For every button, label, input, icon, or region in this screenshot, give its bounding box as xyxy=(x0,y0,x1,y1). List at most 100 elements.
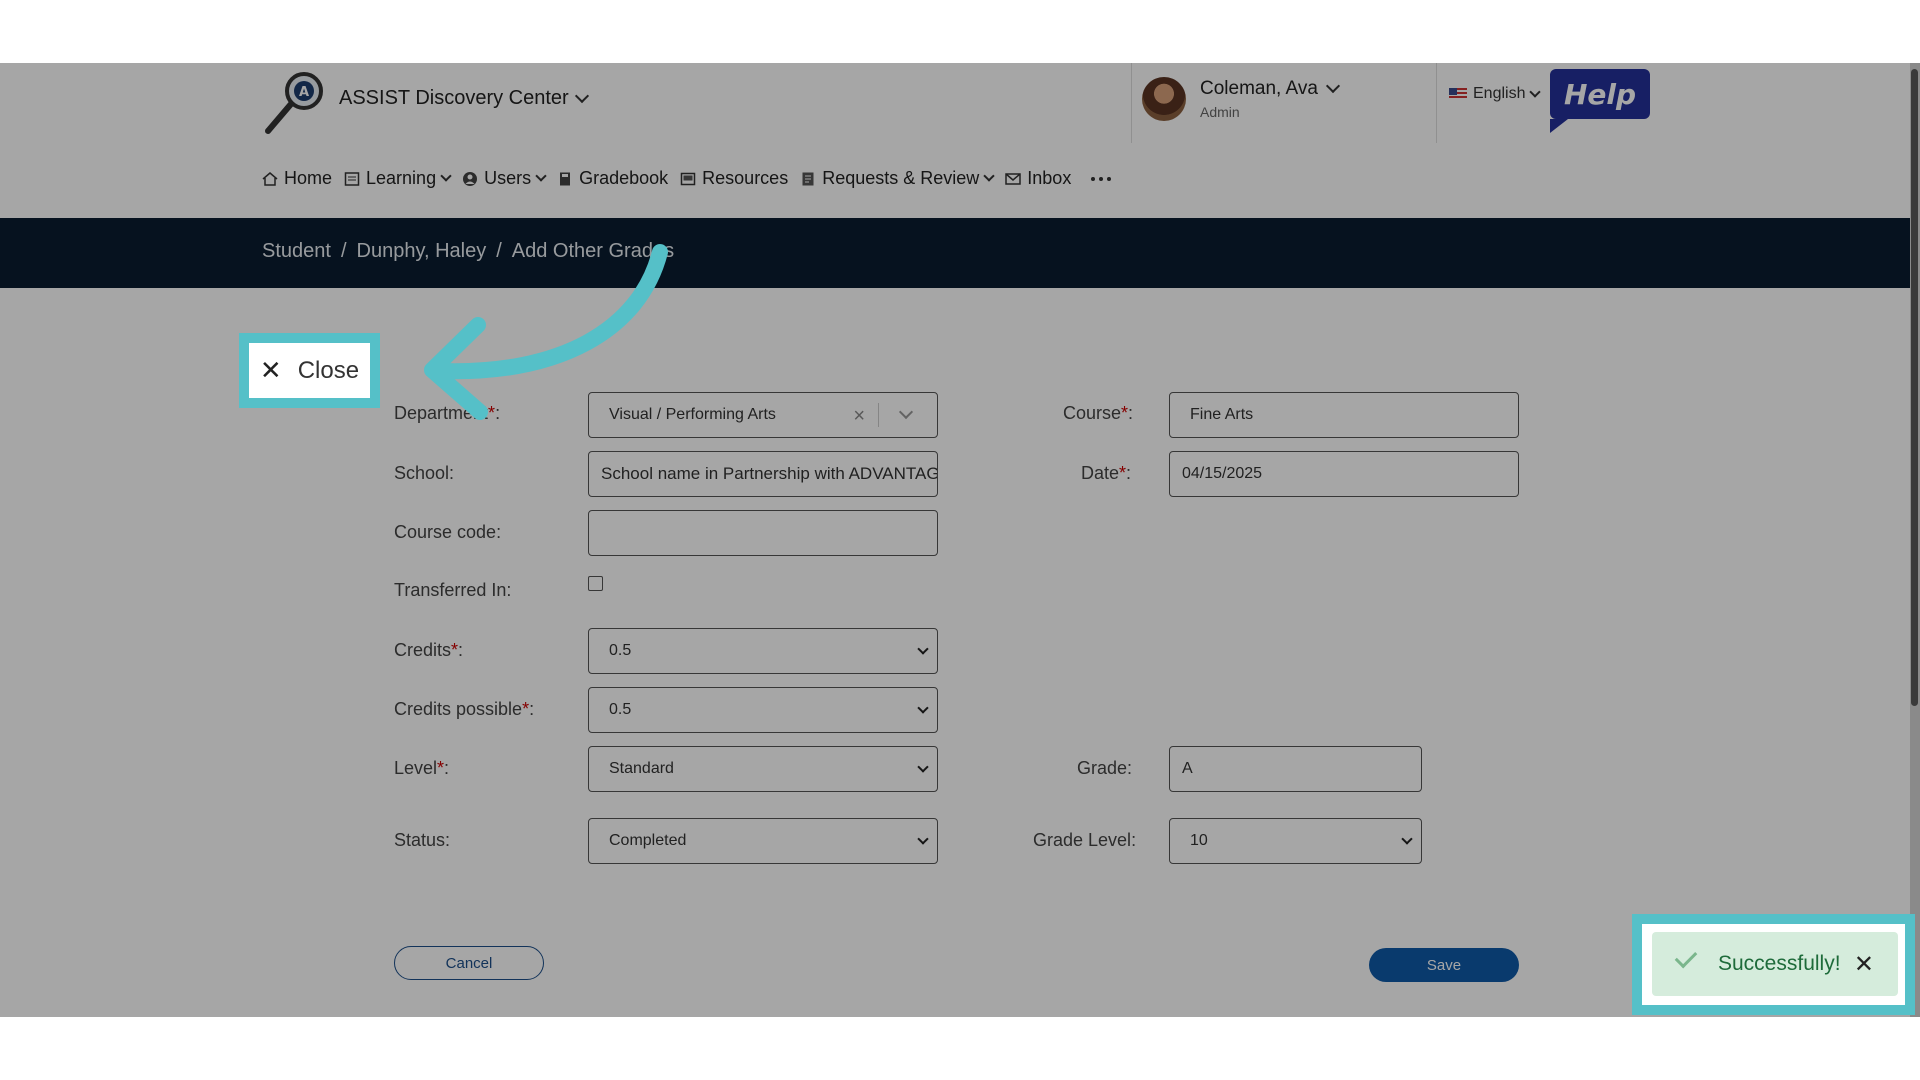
user-name: Coleman, Ava xyxy=(1200,78,1318,99)
nav-item-users[interactable]: Users xyxy=(462,168,547,189)
nav-label: Resources xyxy=(702,168,789,188)
transferred-in-checkbox[interactable] xyxy=(588,576,603,591)
department-label: Department*: xyxy=(394,403,501,423)
home-icon xyxy=(262,171,278,186)
chevron-down-icon xyxy=(1401,833,1413,845)
transferred-in-label: Transferred In: xyxy=(394,580,512,600)
credits-possible-select[interactable]: 0.5 xyxy=(588,687,938,733)
chevron-down-icon xyxy=(1529,85,1542,98)
breadcrumb-bar: Student / Dunphy, Haley / Add Other Grad… xyxy=(0,218,1920,288)
breadcrumb-separator: / xyxy=(496,240,502,262)
course-label: Course*: xyxy=(1063,403,1134,423)
close-icon: ✕ xyxy=(259,355,282,385)
status-select[interactable]: Completed xyxy=(588,818,938,864)
cancel-button[interactable]: Cancel xyxy=(394,946,544,980)
breadcrumb-separator: / xyxy=(340,240,347,262)
language-selector[interactable]: English xyxy=(1449,85,1542,103)
nav-item-requests-review[interactable]: Requests & Review xyxy=(800,168,995,189)
chevron-down-icon xyxy=(535,170,547,182)
credits-select[interactable]: 0.5 xyxy=(588,628,938,674)
us-flag-icon xyxy=(1449,88,1467,100)
nav-label: Inbox xyxy=(1027,168,1072,188)
chevron-down-icon[interactable] xyxy=(898,404,914,420)
chevron-down-icon xyxy=(917,833,929,845)
grade-level-select[interactable]: 10 xyxy=(1169,818,1422,864)
course-input[interactable]: Fine Arts xyxy=(1169,392,1519,438)
date-label: Date*: xyxy=(1081,463,1132,483)
nav-label: Home xyxy=(284,168,333,188)
learning-icon xyxy=(344,171,360,186)
department-value: Visual / Performing Arts xyxy=(609,406,776,423)
help-button[interactable]: Help xyxy=(1550,69,1650,133)
save-button[interactable]: Save xyxy=(1369,948,1519,982)
app-switcher[interactable]: ASSIST Discovery Center xyxy=(339,87,589,110)
chevron-down-icon xyxy=(574,88,589,103)
divider xyxy=(878,403,879,427)
close-button[interactable]: ✕ Close xyxy=(249,343,370,398)
nav-item-learning[interactable]: Learning xyxy=(344,168,452,189)
credits-value: 0.5 xyxy=(609,642,632,659)
grade-input[interactable]: A xyxy=(1169,746,1422,792)
clear-icon[interactable]: × xyxy=(853,405,865,428)
svg-text:A: A xyxy=(299,85,309,100)
nav-label: Gradebook xyxy=(579,168,669,188)
level-label: Level*: xyxy=(394,758,450,778)
school-label: School: xyxy=(394,463,455,483)
status-value: Completed xyxy=(609,832,687,849)
close-icon[interactable]: ✕ xyxy=(1854,950,1874,979)
course-code-label: Course code: xyxy=(394,522,502,542)
close-label: Close xyxy=(297,356,360,384)
gradebook-icon xyxy=(560,172,571,185)
more-menu-icon[interactable] xyxy=(1091,176,1112,181)
breadcrumb-student-name[interactable]: Dunphy, Haley xyxy=(357,240,487,263)
credits-label: Credits*: xyxy=(394,640,464,660)
scrollbar-thumb[interactable] xyxy=(1911,69,1918,706)
divider xyxy=(1131,63,1132,143)
requests-icon xyxy=(802,172,814,185)
breadcrumb-student[interactable]: Student xyxy=(262,240,331,263)
date-input[interactable]: 04/15/2025 xyxy=(1169,451,1519,497)
nav-label: Learning xyxy=(366,168,437,188)
toast-message: Successfully! xyxy=(1718,952,1841,975)
nav-label: Users xyxy=(484,168,532,188)
grade-level-value: 10 xyxy=(1190,832,1208,849)
user-menu[interactable]: Coleman, Ava Admin xyxy=(1142,77,1341,121)
language-label: English xyxy=(1473,85,1526,102)
inbox-icon xyxy=(1005,172,1022,185)
magnifier-logo-icon[interactable]: A xyxy=(262,69,330,137)
check-icon xyxy=(1674,945,1698,969)
chevron-down-icon xyxy=(917,643,929,655)
department-select[interactable]: Visual / Performing Arts × xyxy=(588,392,938,438)
main-nav: Home Learning Users Gradebook Resources … xyxy=(262,168,1112,189)
app-window: A ASSIST Discovery Center Coleman, Ava A… xyxy=(0,63,1920,1017)
nav-item-resources[interactable]: Resources xyxy=(680,168,788,189)
chevron-down-icon xyxy=(983,170,995,182)
status-label: Status: xyxy=(394,830,451,850)
chevron-down-icon xyxy=(440,170,452,182)
school-input[interactable]: School name in Partnership with ADVANTAG… xyxy=(588,451,938,497)
nav-label: Requests & Review xyxy=(822,168,980,188)
app-name-label: ASSIST Discovery Center xyxy=(339,87,569,109)
chevron-down-icon xyxy=(917,761,929,773)
breadcrumb: Student / Dunphy, Haley / Add Other Grad… xyxy=(262,240,674,263)
divider xyxy=(1436,63,1437,143)
nav-item-inbox[interactable]: Inbox xyxy=(1005,168,1071,189)
chevron-down-icon xyxy=(917,702,929,714)
level-select[interactable]: Standard xyxy=(588,746,938,792)
avatar xyxy=(1142,77,1186,121)
nav-item-home[interactable]: Home xyxy=(262,168,332,189)
level-value: Standard xyxy=(609,760,674,777)
grade-label: Grade: xyxy=(1077,758,1133,778)
chevron-down-icon xyxy=(1325,78,1341,94)
user-icon xyxy=(463,171,478,186)
credits-possible-label: Credits possible*: xyxy=(394,699,535,719)
breadcrumb-current: Add Other Grades xyxy=(511,240,675,262)
success-toast: Successfully! ✕ xyxy=(1652,932,1898,996)
resources-icon xyxy=(680,172,696,185)
nav-item-gradebook[interactable]: Gradebook xyxy=(557,168,668,189)
grade-level-label: Grade Level: xyxy=(1033,830,1137,850)
top-bar: A ASSIST Discovery Center Coleman, Ava A… xyxy=(0,63,1920,218)
user-role: Admin xyxy=(1200,104,1240,120)
course-code-input[interactable] xyxy=(588,510,938,556)
credits-possible-value: 0.5 xyxy=(609,701,632,718)
